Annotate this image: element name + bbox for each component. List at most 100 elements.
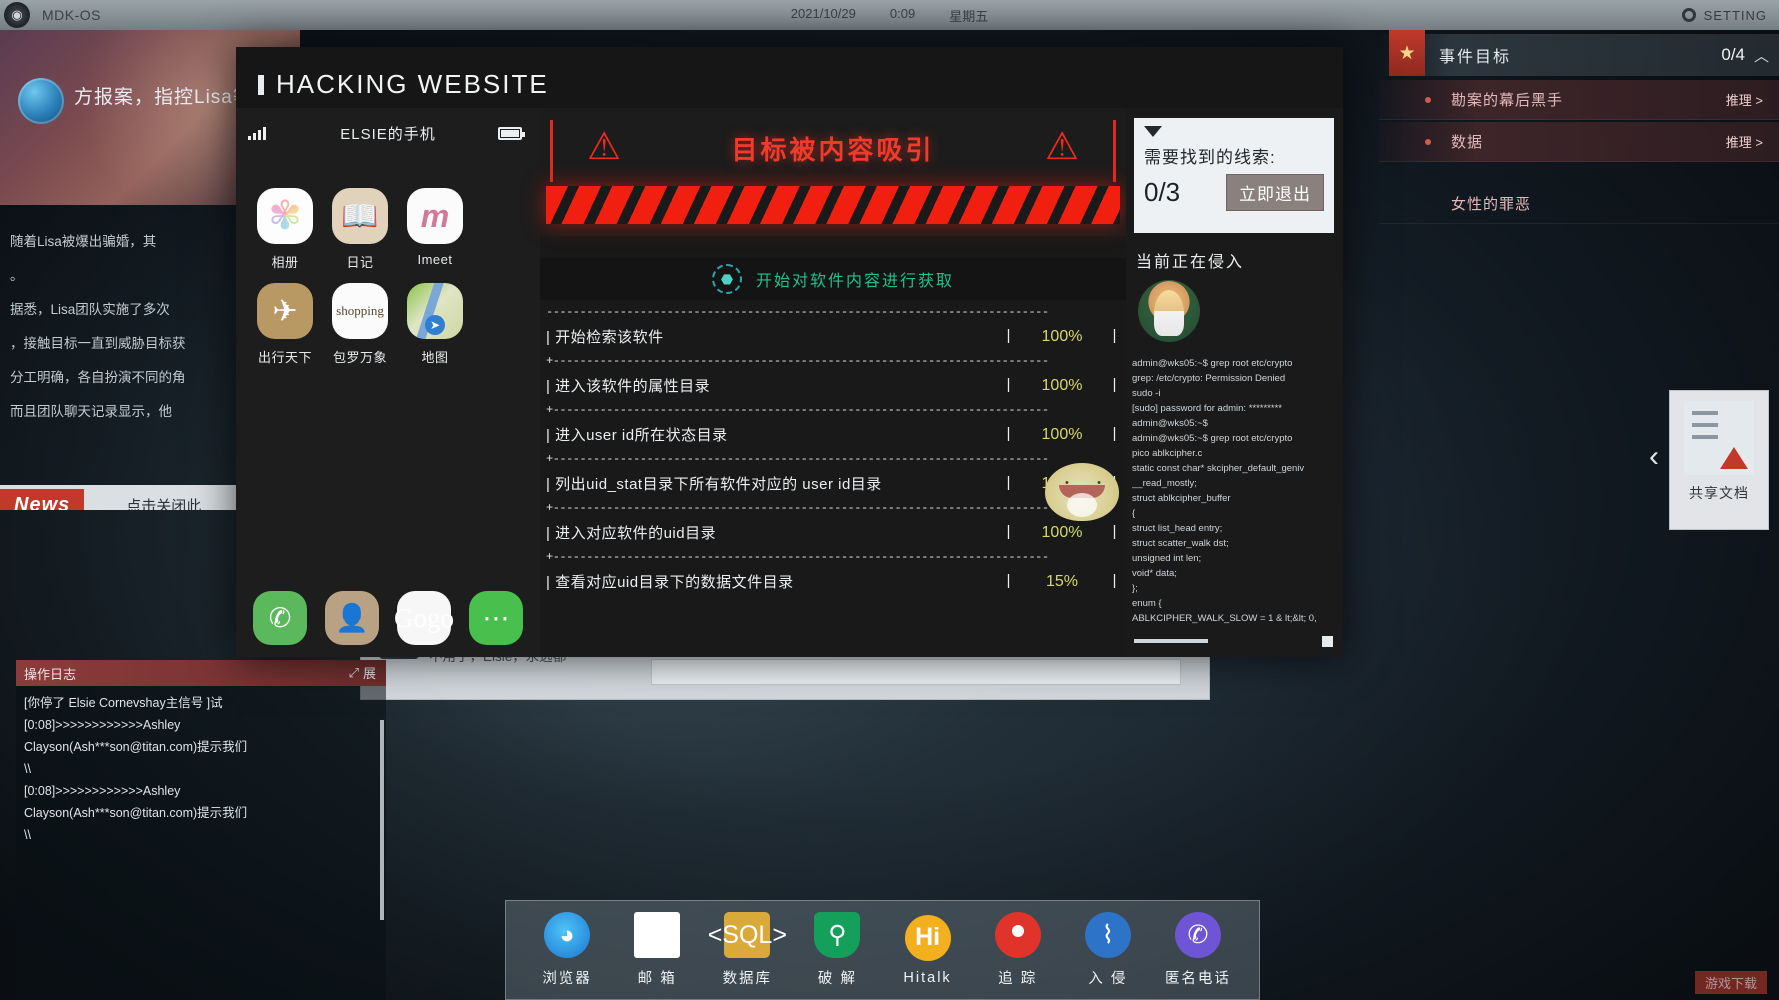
event-row-action[interactable]: 推理 > [1726, 132, 1763, 151]
expand-log-button[interactable]: ⤢ 展 [349, 663, 376, 682]
row-separator: +---------------------------------------… [546, 353, 1120, 369]
bullet-icon [1425, 97, 1431, 103]
taskbar-item-intrude[interactable]: ⌇ 入 侵 [1066, 912, 1150, 988]
shared-document-caption: 共享文档 [1670, 483, 1768, 503]
taskbar-item-crack[interactable]: ⚲ 破 解 [795, 912, 879, 988]
messages-icon[interactable]: ⋯ [469, 591, 523, 645]
warning-text: 目标被内容吸引 [540, 130, 1126, 167]
expand-icon: ⤢ [349, 665, 359, 681]
event-panel-header[interactable]: ★ 事件目标 0/4 ︿ [1379, 34, 1779, 76]
triangle-down-icon[interactable] [1144, 126, 1162, 137]
terminal-rows: ----------------------------------------… [546, 304, 1120, 598]
taskbar-item-anonymous-call[interactable]: ✆ 匿名电话 [1156, 912, 1240, 988]
taskbar-label: 浏览器 [525, 967, 609, 988]
anonymous-call-icon: ✆ [1175, 912, 1221, 958]
terminal-row-label: | 列出uid_stat目录下所有软件对应的 user id目录 [546, 473, 1004, 494]
event-row-action[interactable]: 推理 > [1726, 90, 1763, 109]
phone-device-name: ELSIE的手机 [236, 123, 540, 144]
terminal-row-percent: 100% [1014, 524, 1110, 542]
app-label: Imeet [404, 252, 466, 267]
gogo-browser-icon[interactable]: Gogo [397, 591, 451, 645]
imeet-icon: m [407, 188, 463, 244]
settings-label: SETTING [1704, 8, 1767, 23]
intrusion-log: admin@wks05:~$ grep root etc/crypto grep… [1132, 356, 1337, 626]
phone-app-map[interactable]: 地图 [404, 283, 466, 366]
intrusion-log-line: unsigned int len; [1132, 551, 1337, 566]
exit-button[interactable]: 立即退出 [1226, 174, 1324, 211]
intrusion-log-line: void* data; [1132, 566, 1337, 581]
row-pipe: | [1004, 377, 1014, 394]
bottom-taskbar: ◕ 浏览器 M 邮 箱 <SQL> 数据库 ⚲ 破 解 Hi Hitalk 追 … [505, 900, 1260, 1000]
event-row[interactable]: 勘案的幕后黑手 推理 > [1379, 80, 1779, 120]
row-pipe: | [1110, 426, 1120, 443]
acquire-status-text: 开始对软件内容进行获取 [756, 267, 954, 291]
map-icon [407, 283, 463, 339]
intrusion-log-line: admin@wks05:~$ grep root etc/crypto [1132, 356, 1337, 371]
row-pipe: | [1004, 573, 1014, 590]
intrusion-log-line: [sudo] password for admin: ********* [1132, 401, 1337, 416]
chevron-up-icon[interactable]: ︿ [1754, 45, 1769, 66]
title-accent-bar [258, 75, 264, 95]
app-label: 相册 [254, 252, 316, 271]
row-pipe: | [1110, 377, 1120, 394]
intrusion-title: 当前正在侵入 [1136, 248, 1244, 272]
taskbar-item-browser[interactable]: ◕ 浏览器 [525, 912, 609, 988]
phone-app-shopping[interactable]: shopping 包罗万象 [329, 283, 391, 366]
row-pipe: | [1110, 524, 1120, 541]
event-row[interactable]: 数据 推理 > [1379, 122, 1779, 162]
taskbar-item-hitalk[interactable]: Hi Hitalk [886, 915, 970, 986]
contacts-icon[interactable]: 👤 [325, 591, 379, 645]
taskbar-item-database[interactable]: <SQL> 数据库 [705, 912, 789, 988]
clue-count: 0/3 [1144, 177, 1180, 208]
intrusion-log-line: pico ablkcipher.c [1132, 446, 1337, 461]
phone-app-travel[interactable]: ✈ 出行天下 [254, 283, 316, 366]
row-pipe: | [1110, 328, 1120, 345]
taskbar-label: 追 踪 [976, 967, 1060, 988]
intrusion-log-line: enum { [1132, 596, 1337, 611]
terminal-row-label: | 开始检索该软件 [546, 326, 1004, 347]
terminal-row: | 进入对应软件的uid目录 | 100% | [546, 516, 1120, 549]
phone-app-imeet[interactable]: m Imeet [404, 188, 466, 271]
phone-call-icon[interactable]: ✆ [253, 591, 307, 645]
intrusion-status-square [1322, 636, 1333, 647]
intrusion-log-line: struct scatter_walk dst; [1132, 536, 1337, 551]
clue-title: 需要找到的线索: [1144, 143, 1324, 168]
terminal-row-percent: 15% [1014, 573, 1110, 591]
hacking-side-pane: 需要找到的线索: 0/3 立即退出 当前正在侵入 admin@wks05:~$ … [1126, 108, 1343, 657]
shopping-icon: shopping [332, 283, 388, 339]
chick-mascot-icon: •• [1045, 463, 1119, 521]
chat-input[interactable] [651, 659, 1181, 685]
log-line: \\ [24, 824, 378, 846]
phone-dock: ✆ 👤 Gogo ⋯ [236, 591, 540, 645]
terminal-row-label: | 进入该软件的属性目录 [546, 375, 1004, 396]
settings-button[interactable]: SETTING [1682, 8, 1767, 23]
event-row-label: 勘案的幕后黑手 [1451, 89, 1563, 110]
taskbar-item-mail[interactable]: M 邮 箱 [615, 912, 699, 988]
row-pipe: | [1004, 426, 1014, 443]
taskbar-item-track[interactable]: 追 踪 [976, 912, 1060, 988]
intrusion-log-line: struct list_head entry; [1132, 521, 1337, 536]
photo-album-icon [257, 188, 313, 244]
terminal-row-label: | 进入对应软件的uid目录 [546, 522, 1004, 543]
operation-log-body: [你停了 Elsie Cornevshay主信号 ]试 [0:08]>>>>>>… [16, 686, 386, 1000]
diary-book-icon: 📖 [332, 188, 388, 244]
gear-icon [1682, 8, 1696, 22]
news-close-label[interactable]: 点击关闭此 [126, 495, 201, 511]
chevron-left-icon[interactable]: ‹ [1649, 440, 1659, 474]
log-scrollbar[interactable] [380, 720, 384, 920]
terminal-row-percent: 100% [1014, 426, 1110, 444]
shared-document-card[interactable]: 共享文档 [1669, 390, 1769, 530]
terminal-row-label: | 进入user id所在状态目录 [546, 424, 1004, 445]
phone-app-album[interactable]: 相册 [254, 188, 316, 271]
browser-icon: ◕ [544, 912, 590, 958]
phone-status-bar: ELSIE的手机 [236, 108, 540, 158]
intrusion-log-line: __read_mostly; [1132, 476, 1337, 491]
clock-area: 2021/10/29 0:09 星期五 [0, 6, 1779, 25]
taskbar-label: 匿名电话 [1156, 967, 1240, 988]
hacking-window-title: HACKING WEBSITE [258, 69, 549, 100]
app-label: 包罗万象 [329, 347, 391, 366]
phone-app-diary[interactable]: 📖 日记 [329, 188, 391, 271]
event-objectives-panel: ★ 事件目标 0/4 ︿ 勘案的幕后黑手 推理 > 数据 推理 > 女性的罪恶 [1359, 34, 1779, 294]
event-row[interactable]: 女性的罪恶 [1379, 184, 1779, 224]
row-pipe: | [1110, 573, 1120, 590]
